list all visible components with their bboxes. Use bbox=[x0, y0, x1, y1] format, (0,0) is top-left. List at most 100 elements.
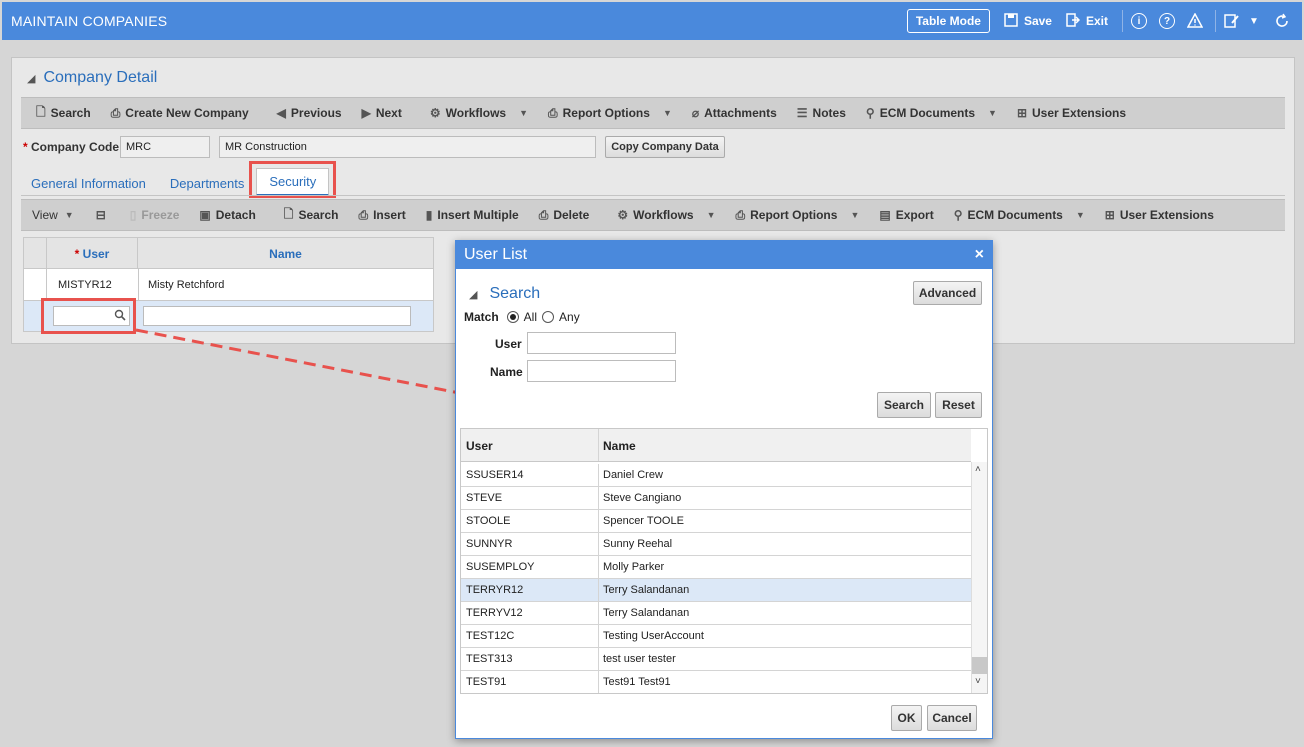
list-item[interactable]: STEVE Steve Cangiano bbox=[461, 487, 971, 510]
detach-tool[interactable]: ▣ Detach bbox=[199, 208, 255, 222]
col-divider bbox=[598, 487, 599, 509]
list-item-name: test user tester bbox=[603, 653, 676, 665]
list-item[interactable]: SSUSER14 Daniel Crew bbox=[461, 464, 971, 487]
list-item[interactable]: TEST91 Test91 Test91 bbox=[461, 671, 971, 693]
delete-tool[interactable]: ⎙ Delete bbox=[539, 208, 590, 223]
search-section-label: Search bbox=[489, 285, 541, 302]
user-filter-input[interactable] bbox=[527, 332, 676, 354]
insert-tool[interactable]: ⎙ Insert bbox=[358, 208, 405, 223]
insert-multiple-label: Insert Multiple bbox=[437, 208, 519, 222]
exit-button[interactable]: Exit bbox=[1066, 12, 1108, 30]
list-item-name: Test91 Test91 bbox=[603, 676, 671, 688]
info-icon[interactable]: i bbox=[1131, 13, 1147, 29]
required-marker: * bbox=[74, 247, 83, 261]
list-item[interactable]: TERRYV12 Terry Salandanan bbox=[461, 602, 971, 625]
company-name-field[interactable]: MR Construction bbox=[219, 136, 596, 158]
workflows-tool[interactable]: ⚙ Workflows ▼ bbox=[430, 106, 528, 120]
grid-toolbar: View ▼ ⊟ ▯ Freeze ▣ Detach 🗋 Search ⎙ In… bbox=[21, 199, 1285, 231]
ok-button[interactable]: OK bbox=[891, 705, 922, 731]
scrollbar[interactable]: ˄ ˅ bbox=[971, 462, 987, 693]
grid-search-tool[interactable]: 🗋 Search bbox=[284, 205, 339, 226]
previous-tool[interactable]: ◀ Previous bbox=[277, 106, 342, 120]
scroll-down-icon[interactable]: ˅ bbox=[975, 676, 981, 687]
scroll-thumb[interactable] bbox=[972, 657, 987, 674]
row-name-cell: Misty Retchford bbox=[148, 279, 225, 291]
freeze-icon: ▯ bbox=[129, 208, 137, 222]
chevron-down-icon[interactable]: ▼ bbox=[850, 210, 859, 220]
arrow-left-icon: ◀ bbox=[276, 106, 286, 120]
chevron-down-icon[interactable]: ▼ bbox=[1076, 210, 1085, 220]
freeze-label: Freeze bbox=[141, 208, 180, 222]
grid-col-name[interactable]: Name bbox=[138, 238, 433, 269]
search-button[interactable]: Search bbox=[877, 392, 931, 418]
grid-ecm-documents-tool[interactable]: ⚲ ECM Documents ▼ bbox=[954, 208, 1085, 222]
collapse-triangle-icon[interactable]: ◢ bbox=[27, 72, 35, 85]
list-item[interactable]: STOOLE Spencer TOOLE bbox=[461, 510, 971, 533]
attachments-tool[interactable]: ⌀ Attachments bbox=[692, 106, 777, 120]
row-selector[interactable] bbox=[24, 269, 47, 301]
list-item[interactable]: TEST313 test user tester bbox=[461, 648, 971, 671]
create-new-company-tool[interactable]: ⎙ Create New Company bbox=[111, 106, 249, 121]
column-settings-tool[interactable]: ⊟ bbox=[96, 208, 106, 222]
search-tool[interactable]: 🗋 Search bbox=[36, 103, 91, 124]
user-filter-label: User bbox=[495, 337, 522, 351]
name-filter-input[interactable] bbox=[527, 360, 676, 382]
list-item-name: Terry Salandanan bbox=[603, 584, 690, 596]
list-item-user: TEST91 bbox=[466, 676, 507, 688]
new-row-name-input[interactable] bbox=[143, 306, 411, 326]
chevron-down-icon[interactable]: ▼ bbox=[519, 108, 528, 118]
tab-departments[interactable]: Departments bbox=[158, 171, 256, 196]
list-item[interactable]: SUNNYR Sunny Reehal bbox=[461, 533, 971, 556]
reset-button[interactable]: Reset bbox=[935, 392, 982, 418]
list-col-user[interactable]: User bbox=[466, 439, 493, 453]
advanced-button[interactable]: Advanced bbox=[913, 281, 982, 305]
chevron-down-icon[interactable]: ▼ bbox=[65, 210, 74, 220]
tab-general-information[interactable]: General Information bbox=[31, 171, 158, 196]
list-col-name[interactable]: Name bbox=[603, 439, 636, 453]
grid-report-options-tool[interactable]: ⎙ Report Options ▼ bbox=[736, 208, 860, 223]
chevron-down-icon[interactable]: ▼ bbox=[988, 108, 997, 118]
edit-icon[interactable] bbox=[1224, 13, 1240, 29]
user-list-table: User Name SSUSER14 Daniel Crew STEVE Steve … bbox=[460, 428, 988, 694]
copy-company-data-button[interactable]: Copy Company Data bbox=[605, 136, 725, 158]
table-mode-button[interactable]: Table Mode bbox=[906, 9, 990, 33]
chevron-down-icon[interactable]: ▼ bbox=[1246, 13, 1262, 29]
export-tool[interactable]: ▤ Export bbox=[879, 208, 933, 222]
match-all-radio[interactable] bbox=[506, 311, 519, 323]
scroll-up-icon[interactable]: ˄ bbox=[975, 464, 981, 475]
lookup-field-highlight bbox=[41, 298, 136, 334]
col-divider bbox=[598, 510, 599, 532]
list-item-name: Steve Cangiano bbox=[603, 492, 682, 504]
user-extensions-tool[interactable]: ⊞ User Extensions bbox=[1017, 106, 1126, 120]
col-divider bbox=[598, 464, 599, 486]
grid-workflows-tool[interactable]: ⚙ Workflows ▼ bbox=[617, 208, 715, 222]
grid-user-extensions-tool[interactable]: ⊞ User Extensions bbox=[1105, 208, 1214, 222]
chevron-down-icon[interactable]: ▼ bbox=[707, 210, 716, 220]
close-icon[interactable]: × bbox=[975, 246, 984, 264]
company-code-field[interactable]: MRC bbox=[120, 136, 210, 158]
cancel-button[interactable]: Cancel bbox=[927, 705, 977, 731]
refresh-icon[interactable] bbox=[1274, 13, 1290, 29]
table-row[interactable]: MISTYR12 Misty Retchford bbox=[24, 269, 433, 301]
chevron-down-icon[interactable]: ▼ bbox=[663, 108, 672, 118]
view-tool[interactable]: View ▼ bbox=[32, 208, 74, 222]
grid-col-user[interactable]: * User bbox=[47, 238, 138, 269]
report-options-tool[interactable]: ⎙ Report Options ▼ bbox=[548, 106, 672, 121]
list-item[interactable]: TEST12C Testing UserAccount bbox=[461, 625, 971, 648]
notes-tool[interactable]: ☰ Notes bbox=[797, 106, 846, 120]
list-item[interactable]: TERRYR12 Terry Salandanan bbox=[461, 579, 971, 602]
list-item-user: TEST12C bbox=[466, 630, 515, 642]
panel-title[interactable]: ◢ Company Detail bbox=[27, 69, 157, 87]
help-icon[interactable]: ? bbox=[1159, 13, 1175, 29]
ecm-documents-tool[interactable]: ⚲ ECM Documents ▼ bbox=[866, 106, 997, 120]
insert-multiple-tool[interactable]: ▮ Insert Multiple bbox=[426, 208, 519, 222]
match-any-radio[interactable] bbox=[542, 311, 555, 323]
freeze-tool[interactable]: ▯ Freeze bbox=[130, 208, 180, 222]
security-tab-highlight bbox=[249, 161, 336, 198]
list-item[interactable]: SUSEMPLOY Molly Parker bbox=[461, 556, 971, 579]
search-section-title[interactable]: ◢ Search bbox=[469, 285, 540, 303]
warning-icon[interactable] bbox=[1187, 13, 1203, 29]
next-tool[interactable]: ▶ Next bbox=[362, 106, 402, 120]
save-button[interactable]: Save bbox=[1004, 12, 1052, 30]
collapse-triangle-icon[interactable]: ◢ bbox=[469, 288, 477, 301]
